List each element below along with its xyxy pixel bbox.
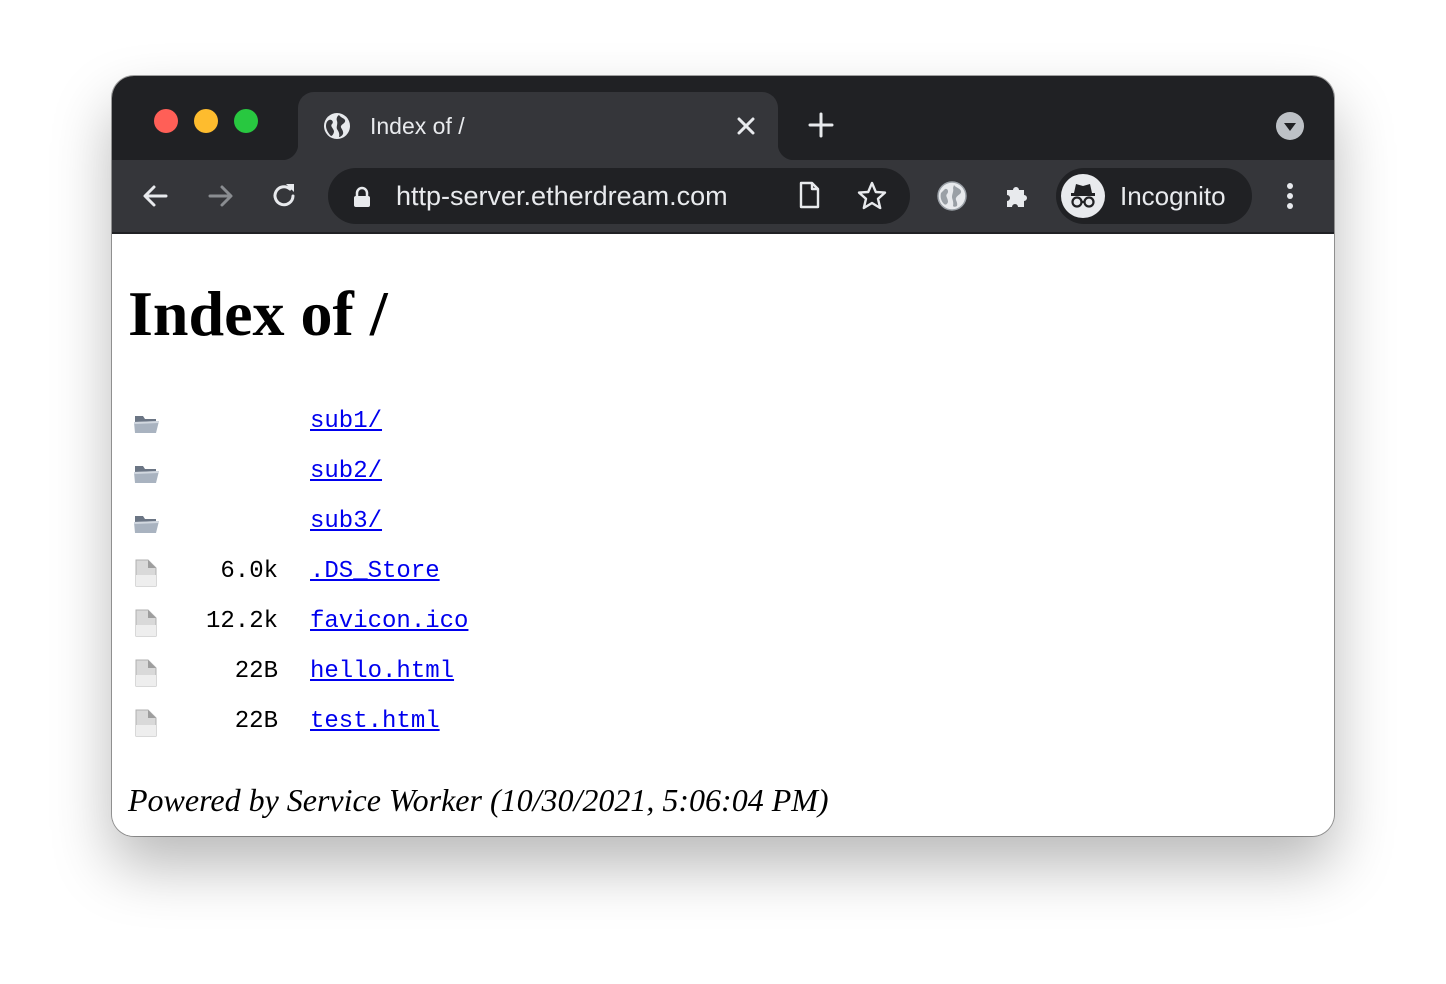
file-link[interactable]: test.html — [310, 704, 440, 740]
tab-strip: Index of / — [112, 76, 1334, 160]
chevron-down-icon — [1284, 123, 1296, 131]
lock-icon[interactable] — [352, 186, 372, 208]
file-listing: sub1/ sub2/ sub3/ 6.0k .DS_Store 12.2k fav… — [132, 404, 932, 754]
file-icon — [135, 659, 157, 687]
tab-title: Index of / — [370, 113, 465, 139]
kebab-menu-icon[interactable] — [1274, 180, 1306, 212]
footer-note: Powered by Service Worker (10/30/2021, 5… — [128, 782, 829, 818]
file-size: 12.2k — [205, 608, 278, 635]
arrow-left-icon[interactable] — [140, 180, 172, 212]
file-icon — [135, 559, 157, 587]
list-item: 22B hello.html — [132, 654, 932, 704]
address-bar[interactable]: http-server.etherdream.com — [328, 168, 910, 224]
browser-window: Index of / http-server.etherdream.com In… — [112, 76, 1334, 836]
file-icon — [135, 609, 157, 637]
folder-icon — [134, 416, 159, 433]
puzzle-icon[interactable] — [1002, 180, 1034, 212]
tab-search-button[interactable] — [1276, 112, 1304, 140]
tab-index[interactable]: Index of / — [282, 92, 794, 160]
toolbar: http-server.etherdream.com Incognito — [112, 160, 1334, 234]
list-item: 12.2k favicon.ico — [132, 604, 932, 654]
globe-icon[interactable] — [936, 180, 968, 212]
file-icon — [135, 709, 157, 737]
list-item: sub2/ — [132, 454, 932, 504]
reload-icon[interactable] — [268, 180, 300, 212]
zoom-window-button[interactable] — [234, 109, 258, 133]
file-size: 22B — [234, 658, 278, 685]
folder-link[interactable]: sub3/ — [310, 504, 382, 540]
document-icon[interactable] — [794, 180, 824, 210]
page-content: Index of / sub1/ sub2/ sub3/ 6.0k .DS_Sto… — [112, 234, 1334, 836]
page-title: Index of / — [128, 278, 388, 349]
arrow-right-icon[interactable] — [204, 180, 236, 212]
incognito-icon — [1061, 174, 1105, 218]
minimize-window-button[interactable] — [194, 109, 218, 133]
url-text[interactable]: http-server.etherdream.com — [396, 180, 728, 212]
folder-icon — [134, 466, 159, 483]
close-window-button[interactable] — [154, 109, 178, 133]
folder-icon — [134, 516, 159, 533]
close-icon[interactable] — [734, 114, 758, 138]
list-item: sub3/ — [132, 504, 932, 554]
profile-button[interactable]: Incognito — [1056, 168, 1252, 224]
file-size: 22B — [234, 708, 278, 735]
list-item: 22B test.html — [132, 704, 932, 754]
list-item: 6.0k .DS_Store — [132, 554, 932, 604]
profile-label: Incognito — [1120, 181, 1226, 211]
file-size: 6.0k — [220, 558, 278, 585]
file-link[interactable]: .DS_Store — [310, 554, 440, 590]
plus-icon[interactable] — [806, 110, 836, 140]
file-link[interactable]: favicon.ico — [310, 604, 468, 640]
globe-icon — [324, 113, 350, 139]
list-item: sub1/ — [132, 404, 932, 454]
folder-link[interactable]: sub2/ — [310, 454, 382, 490]
folder-link[interactable]: sub1/ — [310, 404, 382, 440]
file-link[interactable]: hello.html — [310, 654, 454, 690]
star-icon[interactable] — [856, 180, 888, 212]
